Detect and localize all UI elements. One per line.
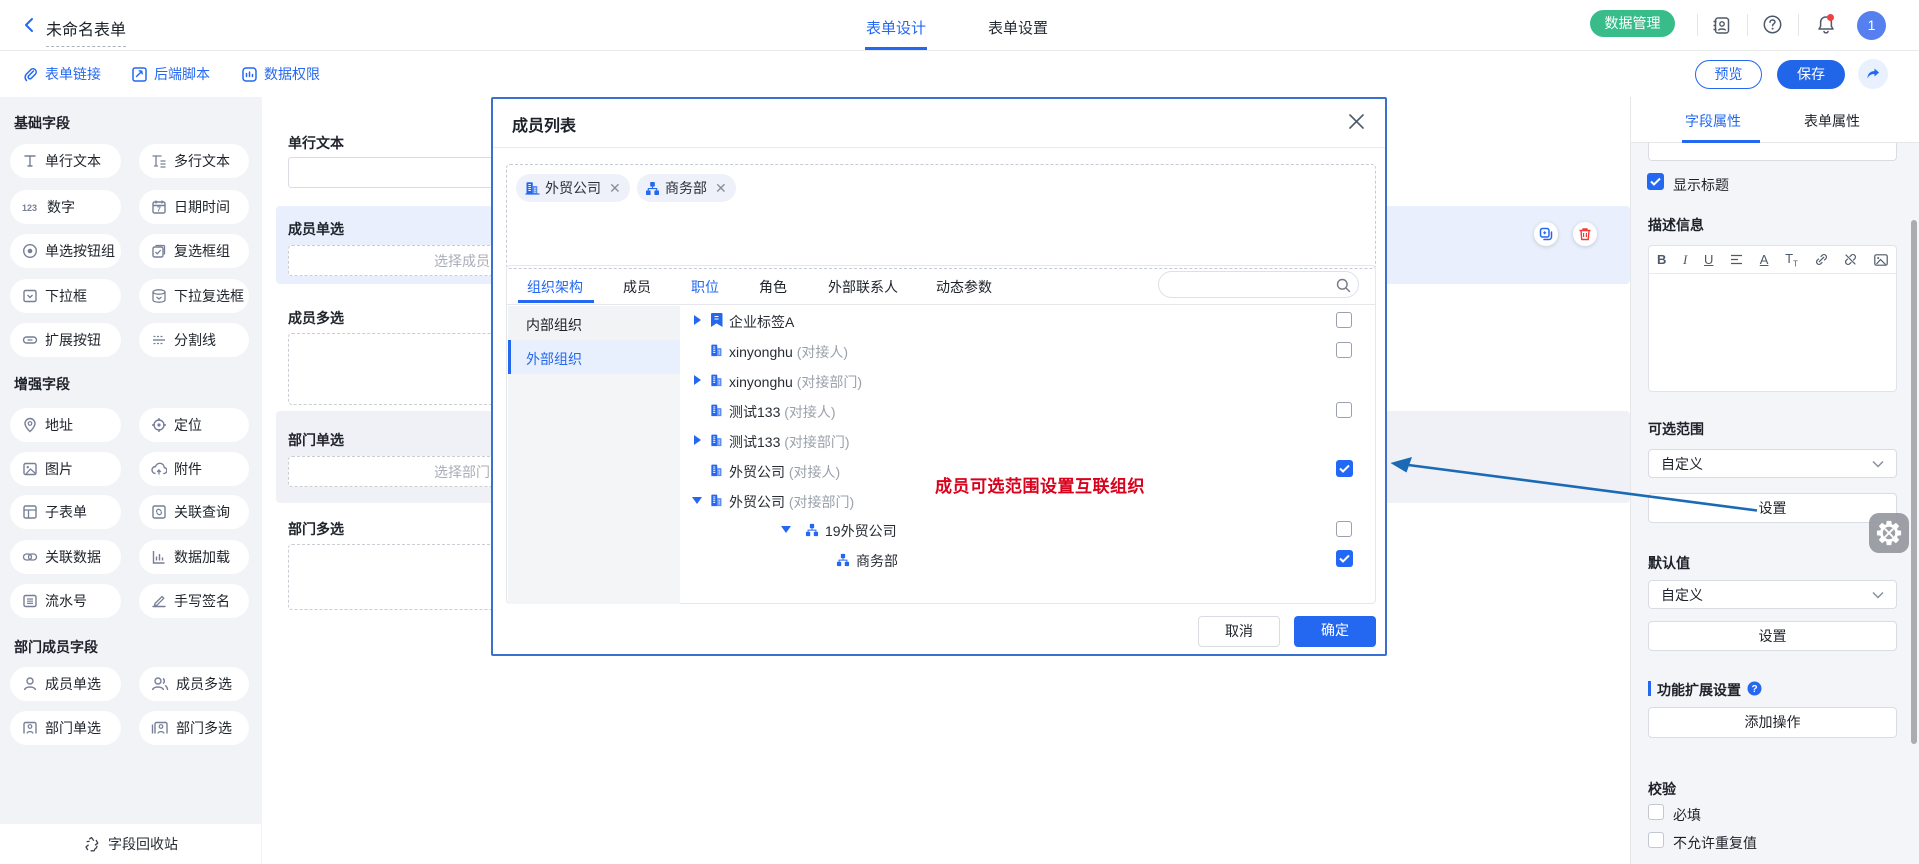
svg-text:?: ? [1751,684,1757,695]
svg-text:123: 123 [22,203,37,213]
svg-text:7: 7 [157,207,161,214]
